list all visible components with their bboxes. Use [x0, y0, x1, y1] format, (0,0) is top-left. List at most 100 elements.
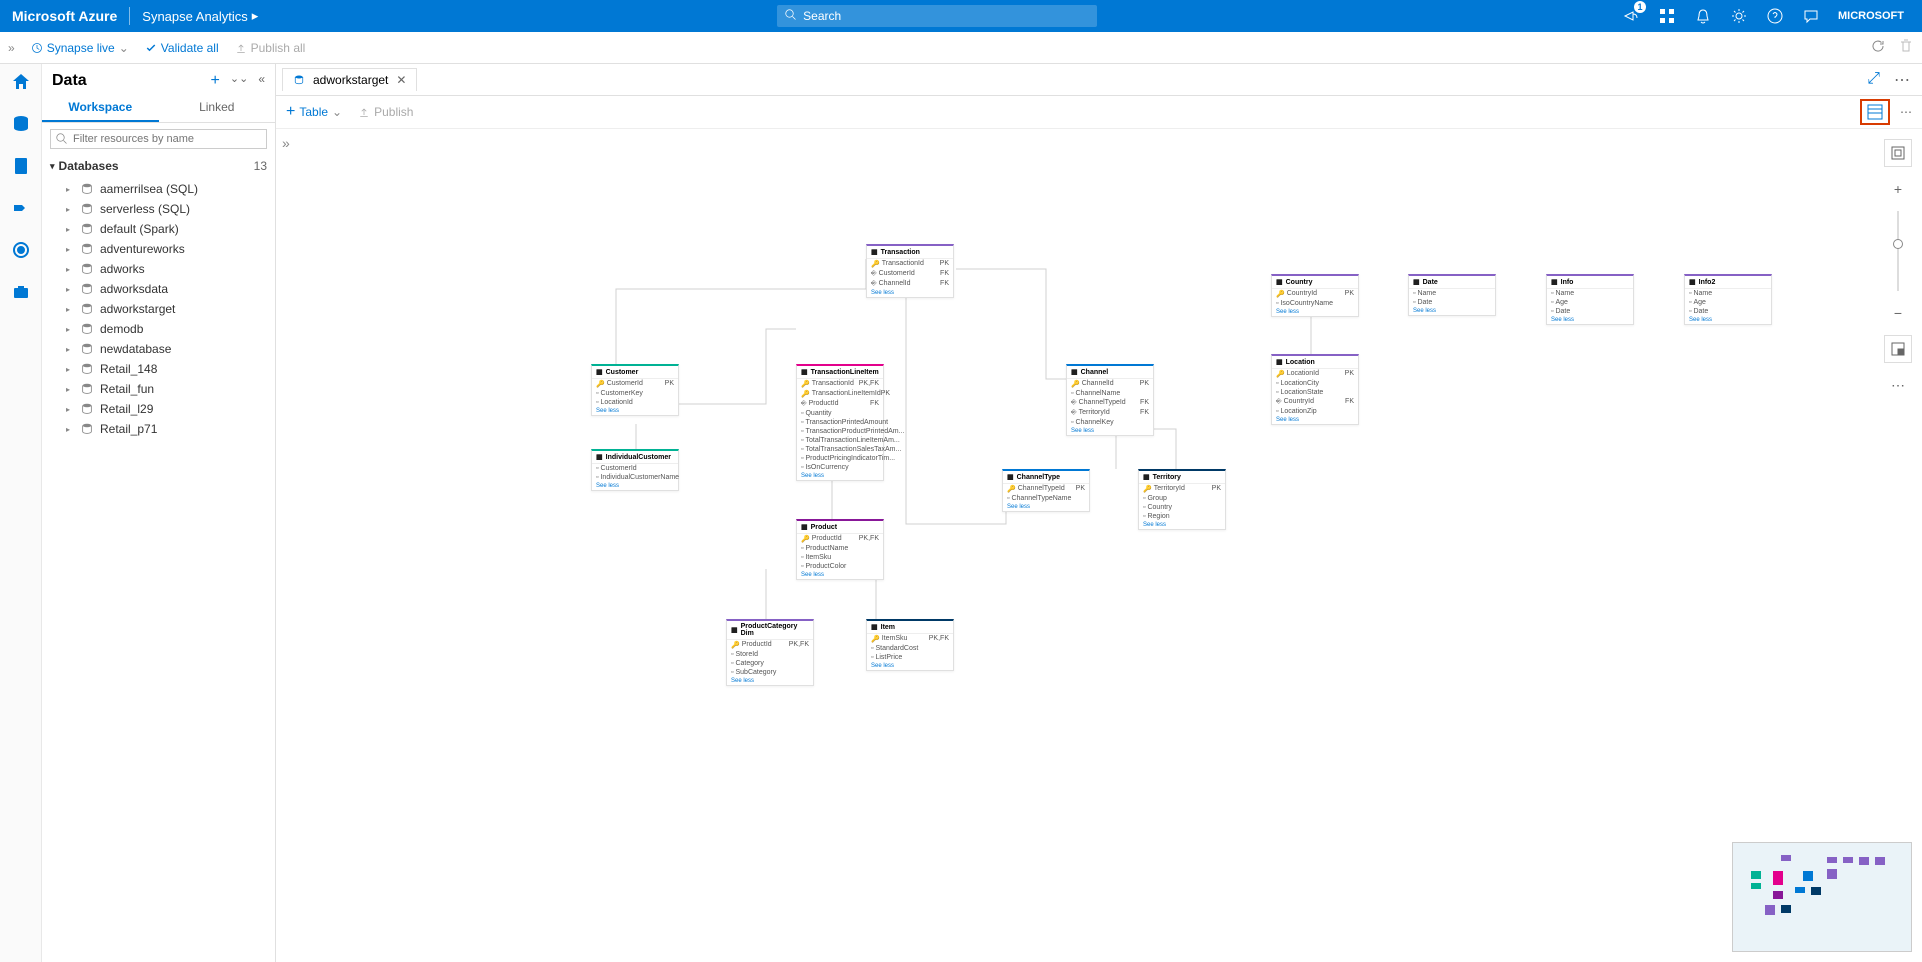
see-less-link[interactable]: See less: [1067, 427, 1153, 435]
see-less-link[interactable]: See less: [797, 472, 883, 480]
db-item[interactable]: ▸adworks: [42, 259, 275, 279]
bell-icon[interactable]: [1694, 7, 1712, 25]
diagram-canvas[interactable]: » ▦Transaction 🔑TransactionIdPK ⎆Custome…: [276, 128, 1922, 962]
db-item[interactable]: ▸demodb: [42, 319, 275, 339]
entity-territory[interactable]: ▦Territory 🔑TerritoryIdPK ▫Group ▫Countr…: [1138, 469, 1226, 530]
db-item[interactable]: ▸Retail_p71: [42, 419, 275, 439]
entity-productcategorydim[interactable]: ▦ProductCategory Dim 🔑ProductIdPK,FK ▫St…: [726, 619, 814, 686]
nav-data[interactable]: [7, 110, 35, 138]
grid-icon[interactable]: [1658, 7, 1676, 25]
see-less-link[interactable]: See less: [1139, 521, 1225, 529]
nav-develop[interactable]: [7, 152, 35, 180]
see-less-link[interactable]: See less: [867, 662, 953, 670]
caret-right-icon: ▸: [66, 345, 74, 354]
workspace-mode-selector[interactable]: Synapse live ⌄: [31, 41, 129, 55]
global-search[interactable]: [777, 5, 1097, 27]
see-less-link[interactable]: See less: [797, 571, 883, 579]
tab-label: adworkstarget: [313, 73, 388, 87]
publish-all-button[interactable]: Publish all: [235, 41, 306, 55]
db-item[interactable]: ▸newdatabase: [42, 339, 275, 359]
caret-right-icon: ▸: [66, 385, 74, 394]
expand-rail-icon[interactable]: »: [8, 41, 15, 55]
see-less-link[interactable]: See less: [1272, 308, 1358, 316]
zoom-slider[interactable]: [1897, 211, 1899, 291]
entity-channeltype[interactable]: ▦ChannelType 🔑ChannelTypeIdPK ▫ChannelTy…: [1002, 469, 1090, 512]
minimap[interactable]: [1732, 842, 1912, 952]
see-less-link[interactable]: See less: [867, 289, 953, 297]
entity-location[interactable]: ▦Location 🔑LocationIdPK ▫LocationCity ▫L…: [1271, 354, 1359, 425]
caret-right-icon: ▸: [66, 425, 74, 434]
fit-view-button[interactable]: [1884, 139, 1912, 167]
toggle-minimap-button[interactable]: [1884, 335, 1912, 363]
tab-workspace[interactable]: Workspace: [42, 94, 159, 122]
open-tab[interactable]: adworkstarget ✕: [282, 68, 417, 91]
more-canvas-icon[interactable]: ⋯: [1884, 371, 1912, 399]
expand-fullscreen-icon[interactable]: ⤢: [1867, 70, 1880, 90]
zoom-handle[interactable]: [1893, 239, 1903, 249]
add-resource-button[interactable]: +: [211, 72, 220, 90]
caret-right-icon: ▸: [66, 325, 74, 334]
delete-icon[interactable]: [1898, 38, 1914, 57]
db-item[interactable]: ▸aamerrilsea (SQL): [42, 179, 275, 199]
add-table-button[interactable]: + Table ⌄: [286, 103, 342, 121]
see-less-link[interactable]: See less: [1003, 503, 1089, 511]
expand-panel-icon[interactable]: »: [282, 135, 290, 151]
gear-icon[interactable]: [1730, 7, 1748, 25]
chevron-right-icon: ▸: [252, 8, 259, 24]
see-less-link[interactable]: See less: [1547, 316, 1633, 324]
close-tab-icon[interactable]: ✕: [396, 73, 406, 87]
nav-integrate[interactable]: [7, 194, 35, 222]
db-item[interactable]: ▸adworksdata: [42, 279, 275, 299]
entity-customer[interactable]: ▦Customer 🔑CustomerIdPK ▫CustomerKey ▫Lo…: [591, 364, 679, 416]
zoom-in-button[interactable]: +: [1884, 175, 1912, 203]
entity-date[interactable]: ▦Date ▫Name ▫Date See less: [1408, 274, 1496, 316]
more-icon[interactable]: ⋯: [1894, 70, 1910, 90]
feedback-icon[interactable]: [1802, 7, 1820, 25]
search-input[interactable]: [803, 9, 1089, 23]
publish-button[interactable]: Publish: [358, 105, 413, 119]
zoom-out-button[interactable]: −: [1884, 299, 1912, 327]
entity-country[interactable]: ▦Country 🔑CountryIdPK ▫IsoCountryName Se…: [1271, 274, 1359, 317]
entity-channel[interactable]: ▦Channel 🔑ChannelIdPK ▫ChannelName ⎆Chan…: [1066, 364, 1154, 436]
db-item[interactable]: ▸Retail_l29: [42, 399, 275, 419]
see-less-link[interactable]: See less: [1272, 416, 1358, 424]
entity-info[interactable]: ▦Info ▫Name ▫Age ▫Date See less: [1546, 274, 1634, 325]
table-icon: ▦: [1276, 278, 1283, 286]
see-less-link[interactable]: See less: [592, 482, 678, 490]
service-breadcrumb[interactable]: Synapse Analytics ▸: [142, 8, 258, 24]
refresh-icon[interactable]: [1870, 38, 1886, 57]
collapse-panel-icon[interactable]: «: [258, 72, 265, 90]
more-icon[interactable]: ⋯: [1900, 105, 1912, 119]
db-item[interactable]: ▸Retail_148: [42, 359, 275, 379]
nav-manage[interactable]: [7, 278, 35, 306]
account-label[interactable]: MICROSOFT: [1838, 10, 1904, 22]
table-icon: ▦: [1551, 278, 1558, 286]
nav-home[interactable]: [7, 68, 35, 96]
expand-all-icon[interactable]: ⌄⌄: [230, 72, 248, 90]
see-less-link[interactable]: See less: [1409, 307, 1495, 315]
entity-item[interactable]: ▦Item 🔑ItemSkuPK,FK ▫StandardCost ▫ListP…: [866, 619, 954, 671]
nav-monitor[interactable]: [7, 236, 35, 264]
entity-info2[interactable]: ▦Info2 ▫Name ▫Age ▫Date See less: [1684, 274, 1772, 325]
properties-button[interactable]: [1860, 99, 1890, 125]
db-item[interactable]: ▸adventureworks: [42, 239, 275, 259]
entity-product[interactable]: ▦Product 🔑ProductIdPK,FK ▫ProductName ▫I…: [796, 519, 884, 580]
chevron-down-icon: ⌄: [332, 105, 342, 119]
db-item[interactable]: ▸serverless (SQL): [42, 199, 275, 219]
see-less-link[interactable]: See less: [727, 677, 813, 685]
entity-individualcustomer[interactable]: ▦IndividualCustomer ▫CustomerId ▫Individ…: [591, 449, 679, 491]
databases-section[interactable]: ▾ Databases 13: [42, 155, 275, 177]
tab-linked[interactable]: Linked: [159, 94, 276, 122]
validate-all-button[interactable]: Validate all: [145, 41, 219, 55]
filter-input[interactable]: [50, 129, 267, 149]
db-item[interactable]: ▸default (Spark): [42, 219, 275, 239]
entity-transactionlineitem[interactable]: ▦TransactionLineItem 🔑TransactionIdPK,FK…: [796, 364, 884, 481]
help-icon[interactable]: [1766, 7, 1784, 25]
see-less-link[interactable]: See less: [1685, 316, 1771, 324]
entity-transaction[interactable]: ▦Transaction 🔑TransactionIdPK ⎆CustomerI…: [866, 244, 954, 298]
brand-label[interactable]: Microsoft Azure: [12, 8, 117, 24]
see-less-link[interactable]: See less: [592, 407, 678, 415]
announcements-icon[interactable]: 1: [1622, 7, 1640, 25]
db-item[interactable]: ▸adworkstarget: [42, 299, 275, 319]
db-item[interactable]: ▸Retail_fun: [42, 379, 275, 399]
